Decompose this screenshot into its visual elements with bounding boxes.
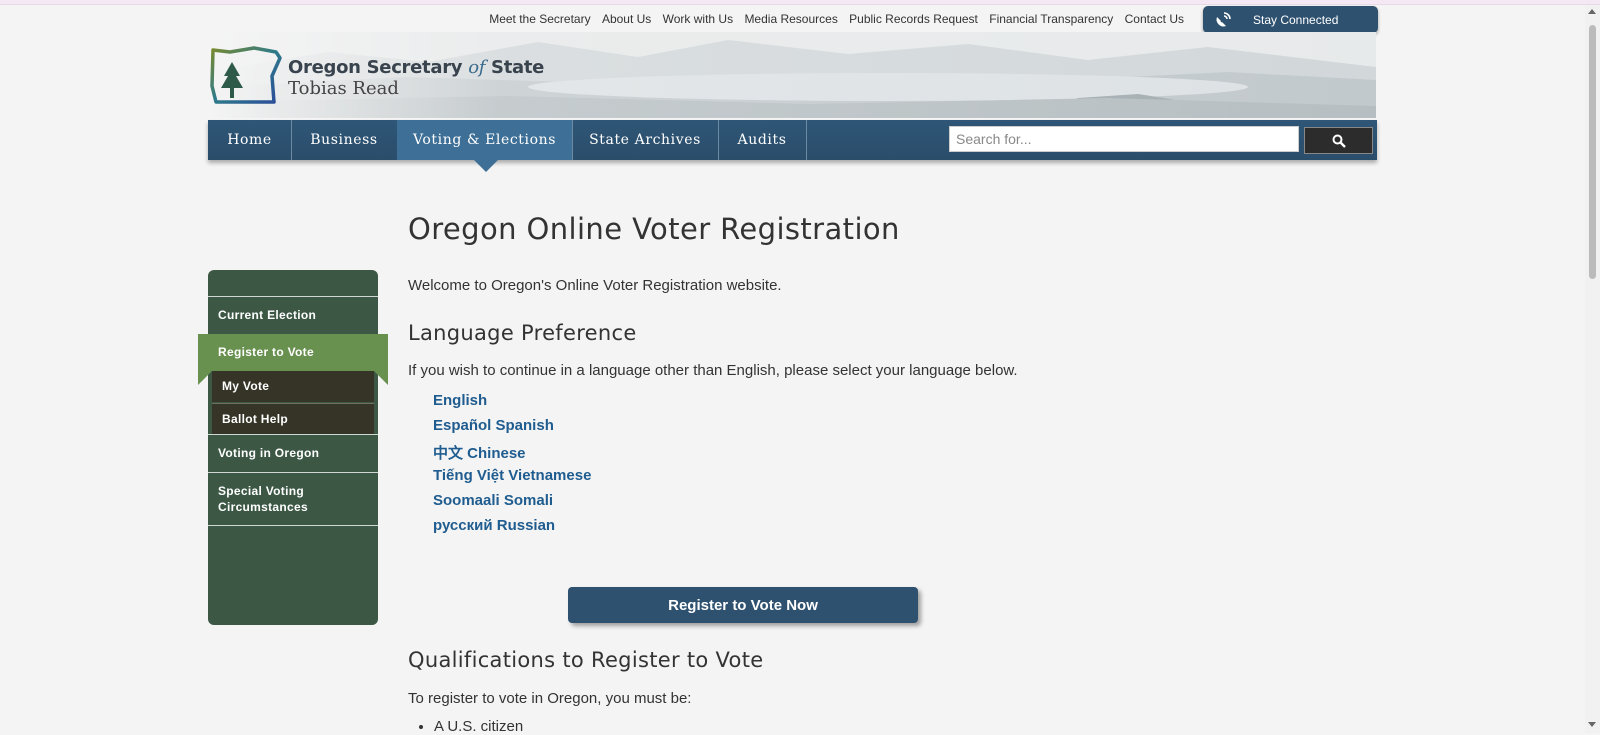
sidebar-item-current-election[interactable]: Current Election [208, 296, 378, 334]
page-title: Oregon Online Voter Registration [408, 212, 900, 246]
nav-audits[interactable]: Audits [718, 120, 807, 160]
util-link-meet-secretary[interactable]: Meet the Secretary [489, 12, 590, 26]
util-link-financial-transparency[interactable]: Financial Transparency [989, 12, 1113, 26]
list-item: Soomaali Somali [433, 492, 591, 517]
active-nav-caret [474, 160, 498, 172]
language-list: English Español Spanish 中文 Chinese Tiếng… [433, 392, 591, 542]
browser-top-strip [0, 0, 1600, 5]
page-scrollbar[interactable] [1585, 5, 1600, 733]
language-link-somali[interactable]: Soomaali Somali [433, 492, 553, 509]
util-link-about-us[interactable]: About Us [602, 12, 651, 26]
nav-state-archives[interactable]: State Archives [572, 120, 719, 160]
scroll-down-arrow-icon[interactable] [1588, 722, 1596, 727]
nav-voting-elections[interactable]: Voting & Elections [397, 120, 573, 160]
qualifications-list: A U.S. citizen [414, 718, 523, 735]
qualifications-intro: To register to vote in Oregon, you must … [408, 690, 692, 707]
search-input[interactable] [949, 126, 1299, 152]
qualifications-heading: Qualifications to Register to Vote [408, 648, 764, 672]
search-icon [1332, 134, 1346, 148]
sidebar-subitem-ballot-help[interactable]: Ballot Help [212, 403, 374, 434]
brand-official-name: Tobias Read [288, 78, 399, 99]
stay-connected-label: Stay Connected [1253, 12, 1339, 27]
util-link-work-with-us[interactable]: Work with Us [663, 12, 733, 26]
language-intro: If you wish to continue in a language ot… [408, 362, 1018, 379]
utility-nav: Meet the Secretary About Us Work with Us… [0, 12, 1184, 26]
list-item: русский Russian [433, 517, 591, 542]
list-item: 中文 Chinese [433, 442, 591, 467]
util-link-public-records[interactable]: Public Records Request [849, 12, 978, 26]
language-link-spanish[interactable]: Español Spanish [433, 417, 554, 434]
oregon-state-logo[interactable] [210, 46, 282, 106]
nav-business[interactable]: Business [291, 120, 398, 160]
active-item-fold-right [374, 371, 388, 385]
list-item: A U.S. citizen [434, 718, 523, 735]
scrollbar-thumb[interactable] [1589, 25, 1596, 279]
list-item: Tiếng Việt Vietnamese [433, 467, 591, 492]
sidebar-item-special-voting[interactable]: Special Voting Circumstances [208, 472, 378, 526]
list-item: Español Spanish [433, 417, 591, 442]
language-link-chinese[interactable]: 中文 Chinese [433, 445, 526, 462]
search-button[interactable] [1304, 127, 1373, 154]
stay-connected-button[interactable]: Stay Connected [1203, 6, 1378, 33]
list-item: English [433, 392, 591, 417]
welcome-text: Welcome to Oregon's Online Voter Registr… [408, 277, 782, 294]
scroll-up-arrow-icon[interactable] [1588, 9, 1596, 14]
sidebar-item-voting-in-oregon[interactable]: Voting in Oregon [208, 434, 378, 472]
sidebar-item-register-to-vote[interactable]: Register to Vote [198, 334, 388, 371]
nav-home[interactable]: Home [208, 120, 292, 160]
language-link-russian[interactable]: русский Russian [433, 517, 555, 534]
active-item-fold-left [198, 371, 212, 385]
util-link-media-resources[interactable]: Media Resources [744, 12, 837, 26]
util-link-contact-us[interactable]: Contact Us [1125, 12, 1184, 26]
sidebar-subitem-my-vote[interactable]: My Vote [212, 371, 374, 402]
language-heading: Language Preference [408, 321, 637, 345]
language-link-english[interactable]: English [433, 392, 487, 409]
satellite-dish-icon [1214, 10, 1232, 29]
brand-title: Oregon Secretary of State [288, 57, 545, 78]
language-link-vietnamese[interactable]: Tiếng Việt Vietnamese [433, 467, 591, 484]
register-to-vote-now-button[interactable]: Register to Vote Now [568, 587, 918, 623]
